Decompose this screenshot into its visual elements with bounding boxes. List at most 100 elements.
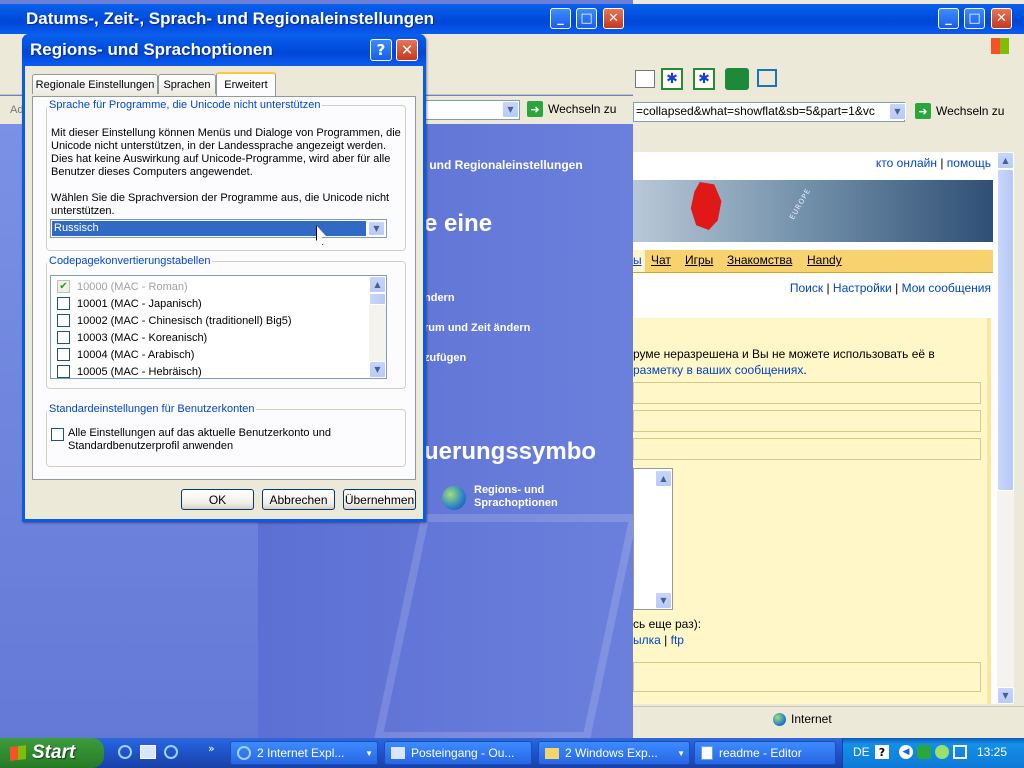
task-ie[interactable]: 2 Internet Expl... ▼ [230,741,378,765]
codepage-checkbox[interactable] [57,348,70,361]
dialog-titlebar[interactable]: Regions- und Sprachoptionen [22,34,426,66]
dialog-close-button[interactable]: ✕ [396,39,418,61]
browser-address-dropdown[interactable]: ▼ [889,103,906,120]
mail-icon[interactable] [635,70,655,88]
apply-button[interactable]: Übernehmen [343,489,416,510]
task-outlook[interactable]: Posteingang - Ou... [384,741,532,765]
tray-expand-icon[interactable]: ◀ [899,745,913,759]
nav-tab-games[interactable]: Игры [685,254,713,267]
tray-network-icon[interactable] [953,745,967,759]
tab-advanced[interactable]: Erweitert [216,72,276,96]
browser-go-arrow-icon: ➜ [915,103,931,119]
tab-panel: Sprache für Programme, die Unicode nicht… [32,96,416,480]
codepage-item[interactable]: 10003 (MAC - Koreanisch) [57,329,367,346]
codepage-list[interactable]: ✔ 10000 (MAC - Roman) 10001 (MAC - Japanis… [50,275,387,379]
task-notepad[interactable]: readme - Editor [694,741,836,765]
form-field-2[interactable] [633,410,981,432]
codepage-scroll-thumb[interactable] [369,293,386,305]
help-link[interactable]: помощь [947,156,991,170]
page-scroll-thumb[interactable] [997,169,1014,491]
page-scroll-down[interactable]: ▼ [997,687,1014,704]
search-link[interactable]: Поиск [790,281,823,295]
nav-tab-0-label[interactable]: ы [633,254,642,267]
codepage-checkbox[interactable] [57,314,70,327]
panel-big-text-2: uerungssymbo [424,438,597,465]
language-indicator[interactable]: DE [853,746,870,759]
codepage-item[interactable]: 10001 (MAC - Japanisch) [57,295,367,312]
cancel-button[interactable]: Abbrechen [262,489,335,510]
close-button[interactable]: ✕ [603,8,624,29]
language-select[interactable]: Russisch ▼ [50,219,387,238]
regions-item[interactable]: Regions- und Sprachoptionen [442,484,574,510]
control-panel-titlebar[interactable]: Datums-, Zeit-, Sprach- und Regionaleins… [0,4,633,34]
browser-minimize-button[interactable]: _ [938,8,959,29]
task-link-2[interactable]: rum und Zeit ändern [424,322,530,334]
tray-icon-1[interactable] [917,745,931,759]
folder-icon [545,747,559,759]
form-field-3[interactable] [633,438,981,460]
link-url[interactable]: ылка [633,633,661,647]
tray-icon-2[interactable] [935,745,949,759]
codepage-checkbox[interactable] [57,331,70,344]
help-button[interactable]: ? [370,39,392,61]
quicklaunch-more-icon[interactable]: » [208,742,215,755]
nav-tab-handy[interactable]: Handy [807,254,842,267]
codepage-item[interactable]: ✔ 10000 (MAC - Roman) [57,278,367,295]
message-textarea[interactable] [633,468,673,610]
tab-languages[interactable]: Sprachen [158,74,216,94]
top-links: кто онлайн | помощь [875,156,991,170]
clock: 13:25 [977,745,1008,759]
codepage-scrollbar[interactable]: ▲ ▼ [369,276,386,378]
textarea-scroll-up[interactable]: ▲ [655,470,672,487]
address-dropdown[interactable]: ▼ [502,101,519,118]
messenger-icon-2[interactable]: ✱ [693,68,715,90]
markup-link[interactable]: разметку в ваших сообщениях [633,363,803,377]
link-ftp[interactable]: ftp [671,633,684,647]
go-button[interactable]: ➜ Wechseln zu [527,101,616,117]
minimize-button[interactable]: _ [550,8,571,29]
page-scroll-up[interactable]: ▲ [997,152,1014,169]
my-messages-link[interactable]: Мои сообщения [902,281,991,295]
codepage-scroll-down[interactable]: ▼ [369,361,386,378]
codepage-item[interactable]: 10002 (MAC - Chinesisch (traditionell) B… [57,312,367,329]
who-online-link[interactable]: кто онлайн [876,156,937,170]
settings-link[interactable]: Настройки [833,281,892,295]
nav-tab-chat[interactable]: Чат [651,254,671,267]
browser-page: кто онлайн | помощь EUROPE ы Чат Игры Зн… [633,152,997,704]
codepage-item[interactable]: 10004 (MAC - Arabisch) [57,346,367,363]
window-icon[interactable] [757,69,777,87]
chat-icon[interactable] [725,68,749,90]
browser-close-button[interactable]: ✕ [991,8,1012,29]
apply-defaults-checkbox[interactable] [51,428,64,441]
quicklaunch-ie2-icon[interactable] [164,745,178,759]
codepage-scroll-up[interactable]: ▲ [369,276,386,293]
task-explorer[interactable]: 2 Windows Exp... ▼ [538,741,690,765]
quicklaunch-ie-icon[interactable] [118,745,132,759]
codepage-checkbox[interactable]: ✔ [57,280,70,293]
windows-logo-icon [991,38,1009,54]
panel-big-text: e eine [424,210,493,237]
codepage-checkbox[interactable] [57,297,70,310]
page-scrollbar[interactable]: ▲ ▼ [997,152,1014,704]
language-select-dropdown[interactable]: ▼ [368,221,385,236]
messenger-icon-1[interactable]: ✱ [661,68,683,90]
tab-regional[interactable]: Regionale Einstellungen [32,74,158,94]
codepage-item[interactable]: 10005 (MAC - Hebräisch) [57,363,367,380]
form-field-1[interactable] [633,382,981,404]
apply-defaults-checkbox-row[interactable]: Alle Einstellungen auf das aktuelle Benu… [51,427,331,453]
form-field-4[interactable] [633,662,981,692]
ok-button[interactable]: OK [181,489,254,510]
control-panel-title: Datums-, Zeit-, Sprach- und Regionaleins… [26,9,435,28]
task-link-3[interactable]: zufügen [424,352,466,364]
nav-tab-dating[interactable]: Знакомства [727,254,792,267]
quicklaunch-outlook-icon[interactable] [140,745,156,759]
textarea-scroll-down[interactable]: ▼ [655,592,672,609]
codepage-checkbox[interactable] [57,365,70,378]
browser-go-button[interactable]: ➜ Wechseln zu [915,103,1004,119]
start-button[interactable]: Start [0,738,104,768]
browser-address-input[interactable]: =collapsed&what=showflat&sb=5&part=1&vc [633,102,905,122]
maximize-button[interactable]: □ [576,8,597,29]
help-tray-icon[interactable]: ? [875,745,889,759]
browser-maximize-button[interactable]: □ [964,8,985,29]
task-link-1[interactable]: ndern [424,292,455,304]
